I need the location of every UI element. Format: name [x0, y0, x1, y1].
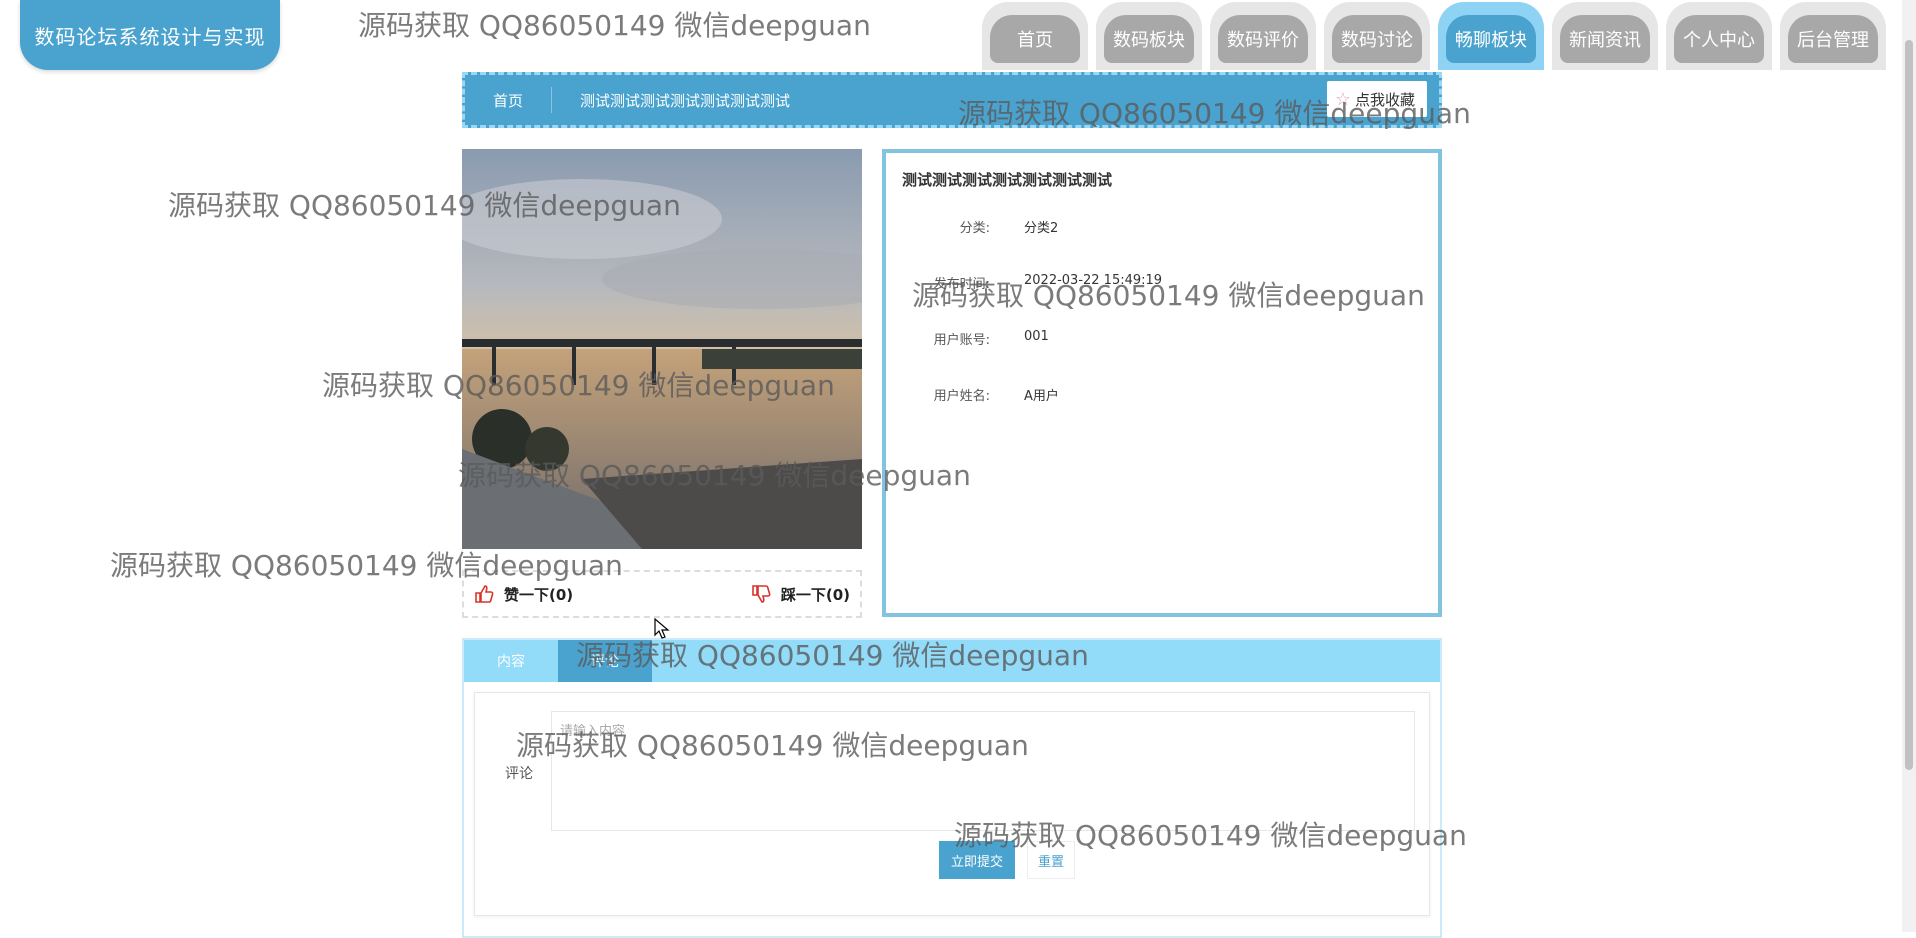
reset-button[interactable]: 重置	[1027, 841, 1075, 879]
content-tabs-section: 内容 评论 评论 立即提交 重置	[462, 638, 1442, 938]
info-row-publish-time: 发布时间: 2022-03-22 15:49:19	[886, 273, 1162, 292]
like-button[interactable]: 赞一下(0)	[474, 584, 573, 605]
page-scrollbar[interactable]	[1902, 0, 1916, 932]
post-title: 测试测试测试测试测试测试测试	[902, 171, 1113, 189]
info-value: A用户	[1024, 389, 1059, 404]
mouse-cursor-icon	[654, 618, 670, 639]
nav-label[interactable]: 首页	[990, 15, 1080, 63]
scrollbar-thumb[interactable]	[1905, 40, 1913, 770]
nav-tab-news[interactable]: 新闻资讯	[1552, 2, 1658, 70]
nav-tab-admin[interactable]: 后台管理	[1780, 2, 1886, 70]
like-label: 赞一下(0)	[504, 585, 574, 604]
info-key: 用户姓名:	[933, 389, 990, 404]
tab-comments[interactable]: 评论	[558, 640, 652, 682]
nav-label[interactable]: 新闻资讯	[1560, 15, 1650, 63]
info-key: 发布时间:	[933, 277, 990, 292]
site-logo: 数码论坛系统设计与实现	[20, 0, 280, 70]
nav-tab-chat-section[interactable]: 畅聊板块	[1438, 2, 1544, 70]
comment-input[interactable]	[551, 711, 1415, 831]
nav-label[interactable]: 数码评价	[1218, 15, 1308, 63]
nav-label[interactable]: 后台管理	[1788, 15, 1878, 63]
post-info-panel: 测试测试测试测试测试测试测试 分类: 分类2 发布时间: 2022-03-22 …	[882, 149, 1442, 617]
nav-label[interactable]: 数码板块	[1104, 15, 1194, 63]
collect-button[interactable]: ☆ 点我收藏	[1326, 81, 1427, 117]
info-value: 分类2	[1024, 221, 1059, 236]
thumbs-up-icon	[475, 585, 494, 603]
comment-label: 评论	[505, 766, 533, 782]
nav-tab-personal-center[interactable]: 个人中心	[1666, 2, 1772, 70]
nav-tab-home[interactable]: 首页	[982, 2, 1088, 70]
breadcrumb: 首页 测试测试测试测试测试测试测试 ☆ 点我收藏	[462, 72, 1442, 128]
tab-content[interactable]: 内容	[464, 640, 558, 682]
info-key: 用户账号:	[933, 333, 990, 348]
breadcrumb-divider	[551, 87, 553, 113]
comment-form: 评论 立即提交 重置	[474, 692, 1430, 916]
nav-tab-digital-section[interactable]: 数码板块	[1096, 2, 1202, 70]
info-row-user-name: 用户姓名: A用户	[886, 385, 1059, 404]
thumbs-down-icon	[752, 585, 771, 603]
star-icon: ☆	[1334, 88, 1351, 110]
breadcrumb-current: 测试测试测试测试测试测试测试	[580, 91, 791, 110]
main-nav: 首页 数码板块 数码评价 数码讨论 畅聊板块 新闻资讯 个人中心 后台管理	[982, 2, 1886, 70]
nav-label[interactable]: 个人中心	[1674, 15, 1764, 63]
watermark: 源码获取 QQ86050149 微信deepguan	[358, 9, 871, 42]
dislike-button[interactable]: 踩一下(0)	[751, 584, 850, 605]
sunset-bridge-photo	[462, 149, 862, 549]
collect-label: 点我收藏	[1354, 90, 1415, 109]
nav-label[interactable]: 畅聊板块	[1446, 15, 1536, 63]
info-row-user-account: 用户账号: 001	[886, 329, 1049, 348]
nav-tab-digital-review[interactable]: 数码评价	[1210, 2, 1316, 70]
nav-tab-digital-discussion[interactable]: 数码讨论	[1324, 2, 1430, 70]
tabs-header: 内容 评论	[464, 640, 1440, 682]
breadcrumb-home-link[interactable]: 首页	[493, 90, 523, 111]
dislike-label: 踩一下(0)	[780, 585, 850, 604]
submit-button[interactable]: 立即提交	[939, 841, 1015, 879]
post-image	[462, 149, 862, 549]
info-value: 2022-03-22 15:49:19	[1024, 273, 1163, 288]
info-row-category: 分类: 分类2	[886, 217, 1059, 236]
vote-bar: 赞一下(0) 踩一下(0)	[462, 570, 862, 618]
info-key: 分类:	[959, 221, 990, 236]
nav-label[interactable]: 数码讨论	[1332, 15, 1422, 63]
info-value: 001	[1024, 329, 1049, 344]
